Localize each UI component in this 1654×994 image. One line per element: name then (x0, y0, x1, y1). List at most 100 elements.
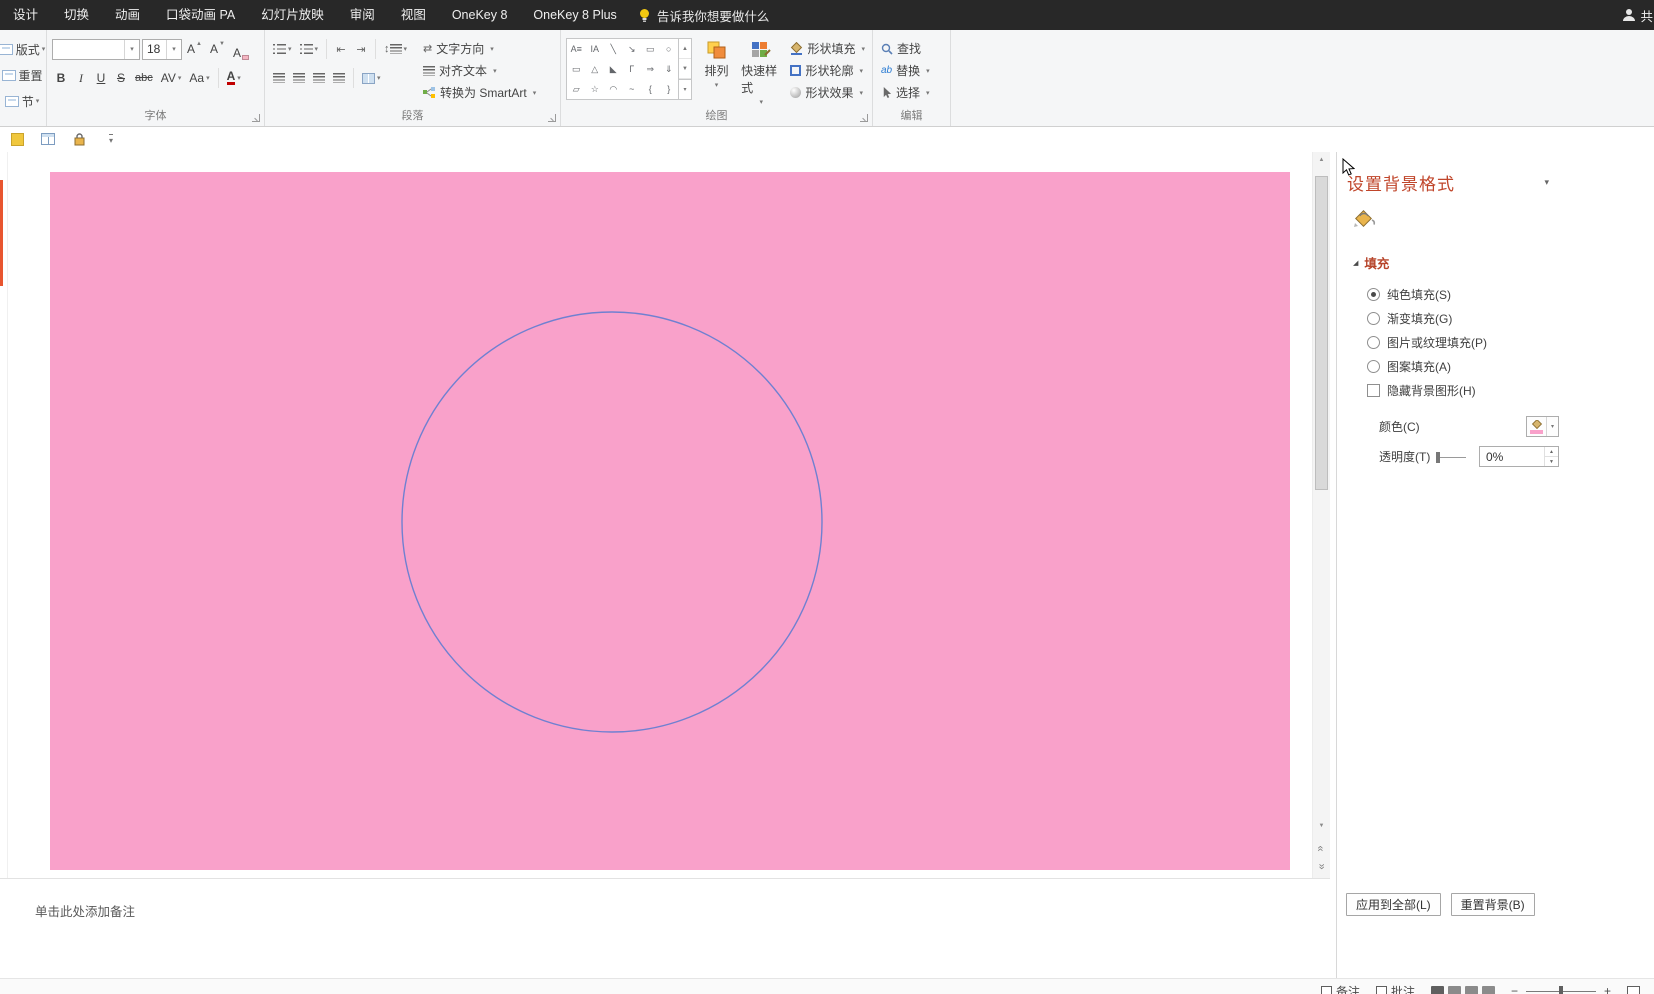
option-picture-fill[interactable]: 图片或纹理填充(P) (1367, 330, 1654, 354)
option-solid-fill[interactable]: 纯色填充(S) (1367, 282, 1654, 306)
font-color-button[interactable]: A ▾ (224, 67, 244, 89)
fill-section-header[interactable]: ◢ 填充 (1353, 253, 1654, 272)
notes-placeholder[interactable]: 单击此处添加备注 (35, 901, 135, 920)
shape-textbox-icon[interactable]: A≡ (571, 44, 582, 54)
decrease-indent-button[interactable]: ⇤ (332, 38, 350, 60)
character-spacing-button[interactable]: AV ▾ (158, 67, 185, 89)
numbering-button[interactable]: ▾ (297, 38, 322, 60)
reset-background-button[interactable]: 重置背景(B) (1450, 893, 1535, 916)
theme-quick-button[interactable] (8, 130, 26, 148)
shape-right-brace-icon[interactable]: } (667, 84, 670, 94)
shape-curve-icon[interactable]: ~ (629, 84, 634, 94)
spin-down-button[interactable]: ▼ (1545, 457, 1558, 466)
tab-transitions[interactable]: 切换 (51, 0, 102, 30)
section-button[interactable]: 节 ▾ (2, 90, 42, 112)
tell-me-box[interactable]: 告诉我你想要做什么 (638, 6, 769, 25)
tab-review[interactable]: 审阅 (337, 0, 388, 30)
shape-down-arrow-icon[interactable]: ⇓ (665, 64, 673, 74)
option-hide-background[interactable]: 隐藏背景图形(H) (1367, 378, 1654, 402)
color-picker-button[interactable]: ▾ (1526, 416, 1559, 437)
shape-rectangle-icon[interactable]: ▭ (646, 44, 655, 54)
font-size-combo[interactable]: 18 ▾ (142, 38, 182, 60)
paragraph-dialog-launcher[interactable] (548, 114, 556, 122)
change-case-button[interactable]: Aa ▾ (186, 67, 212, 89)
notes-toggle-button[interactable]: 备注 (1320, 981, 1360, 994)
protect-quick-button[interactable] (70, 130, 88, 148)
shape-vertical-textbox-icon[interactable]: IA (590, 44, 599, 54)
shape-fill-button[interactable]: 形状填充 ▾ (787, 38, 868, 59)
checkbox-icon[interactable] (1367, 383, 1380, 397)
text-direction-button[interactable]: ⇄ 文字方向 ▾ (420, 38, 539, 59)
slider-thumb[interactable] (1436, 451, 1441, 463)
tab-onekey8[interactable]: OneKey 8 (439, 0, 521, 30)
fit-to-window-button[interactable] (1627, 981, 1640, 994)
align-right-button[interactable] (310, 67, 328, 89)
reset-button[interactable]: 重置 (1, 64, 43, 86)
option-pattern-fill[interactable]: 图案填充(A) (1367, 354, 1654, 378)
font-dialog-launcher[interactable] (252, 114, 260, 122)
fill-tab[interactable] (1351, 207, 1654, 233)
zoom-in-button[interactable]: + (1604, 984, 1611, 994)
tab-view[interactable]: 视图 (388, 0, 439, 30)
pane-options-chevron[interactable]: ▾ (1544, 177, 1549, 188)
radio-icon[interactable] (1367, 335, 1380, 349)
gallery-up-button[interactable]: ▲ (679, 39, 691, 59)
layout-button[interactable]: 版式 ▾ (0, 38, 45, 60)
columns-button[interactable]: ▾ (359, 67, 384, 89)
slide-thumbnail-panel[interactable] (0, 152, 8, 878)
subscript-abc-button[interactable]: abc (132, 67, 156, 89)
customize-qat-button[interactable]: ▾ (101, 130, 119, 148)
gallery-more-button[interactable]: ▾ (679, 79, 691, 99)
shape-arrow-icon[interactable]: ↘ (628, 44, 636, 54)
zoom-out-button[interactable]: − (1511, 984, 1518, 994)
align-left-button[interactable] (270, 67, 288, 89)
shape-outline-button[interactable]: 形状轮廓 ▾ (787, 60, 868, 81)
scroll-down-button[interactable]: ▼ (1313, 818, 1330, 834)
tab-onekey8-plus[interactable]: OneKey 8 Plus (520, 0, 629, 30)
vertical-scrollbar[interactable]: ▲ ▼ » » (1312, 152, 1330, 878)
tab-animations[interactable]: 动画 (102, 0, 153, 30)
shape-line-icon[interactable]: ╲ (611, 44, 616, 54)
underline-button[interactable]: U (92, 67, 110, 89)
shape-effects-button[interactable]: 形状效果 ▾ (787, 82, 868, 103)
replace-button[interactable]: ab 替换 ▾ (878, 60, 946, 81)
line-spacing-button[interactable]: ↕ ▾ (381, 38, 410, 60)
radio-selected-icon[interactable] (1367, 287, 1380, 301)
bold-button[interactable]: B (52, 67, 70, 89)
quick-styles-button[interactable]: 快速样式 ▾ (741, 38, 781, 106)
clear-formatting-button[interactable]: A (230, 38, 252, 60)
shape-right-arrow-icon[interactable]: ⇒ (646, 64, 654, 74)
shape-left-brace-icon[interactable]: { (649, 84, 652, 94)
find-button[interactable]: 查找 (878, 38, 946, 59)
spin-up-button[interactable]: ▲ (1545, 447, 1558, 457)
shape-oval-icon[interactable]: ○ (666, 44, 671, 54)
comments-toggle-button[interactable]: 批注 (1375, 981, 1415, 994)
decrease-font-button[interactable]: A ▼ (207, 38, 228, 60)
shape-parallelogram-icon[interactable]: ▱ (573, 84, 580, 94)
increase-font-button[interactable]: A ▲ (184, 38, 205, 60)
shape-elbow-connector-icon[interactable]: Γ (629, 64, 634, 74)
slide-background[interactable] (50, 172, 1290, 870)
radio-icon[interactable] (1367, 311, 1380, 325)
shape-right-triangle-icon[interactable]: ◣ (610, 64, 617, 74)
convert-smartart-button[interactable]: 转换为 SmartArt ▾ (420, 82, 539, 103)
tab-slideshow[interactable]: 幻灯片放映 (248, 0, 337, 30)
shape-rect2-icon[interactable]: ▭ (572, 64, 581, 74)
select-button[interactable]: 选择 ▾ (878, 82, 946, 103)
align-center-button[interactable] (290, 67, 308, 89)
bullets-button[interactable]: ▾ (270, 38, 295, 60)
slide-sorter-view-button[interactable] (1447, 985, 1461, 994)
notes-panel[interactable]: 单击此处添加备注 (0, 878, 1330, 978)
reading-view-button[interactable] (1464, 985, 1478, 994)
increase-indent-button[interactable]: ⇥ (352, 38, 370, 60)
italic-button[interactable]: I (72, 67, 90, 89)
scroll-up-button[interactable]: ▲ (1313, 152, 1330, 168)
radio-icon[interactable] (1367, 359, 1380, 373)
layout-quick-button[interactable] (39, 130, 57, 148)
shape-arc-icon[interactable]: ◠ (609, 84, 617, 94)
strikethrough-button[interactable]: S (112, 67, 130, 89)
shape-triangle-icon[interactable]: △ (591, 64, 598, 74)
gallery-down-button[interactable]: ▼ (679, 59, 691, 79)
share-button[interactable]: 共 (1622, 6, 1654, 25)
next-slide-button[interactable]: » (1313, 858, 1330, 875)
